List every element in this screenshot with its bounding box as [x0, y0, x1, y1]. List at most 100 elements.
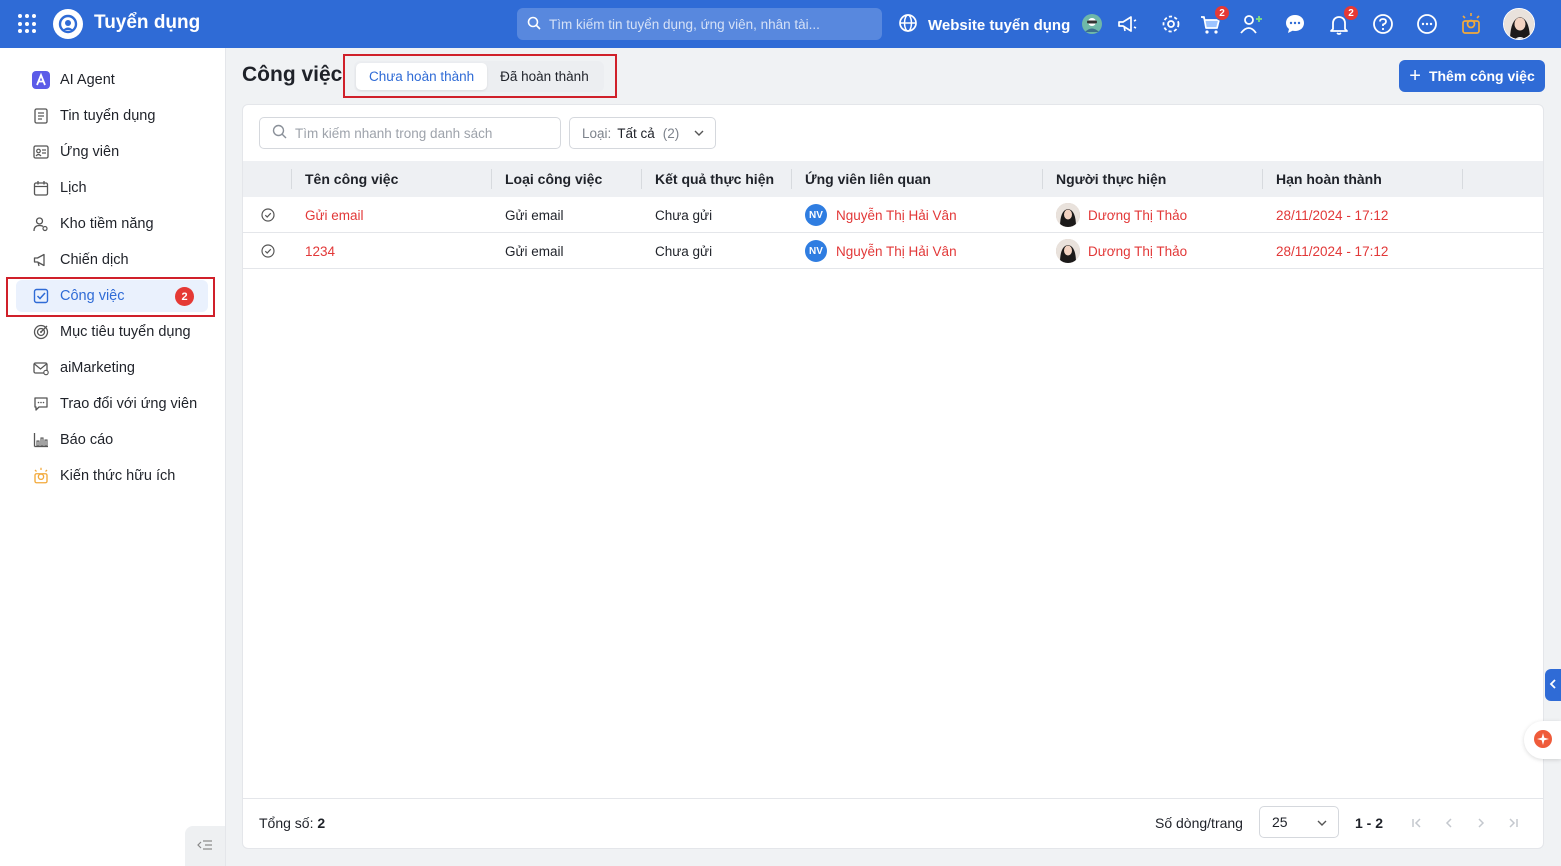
last-page-icon[interactable]	[1504, 814, 1522, 832]
collapse-sidebar-button[interactable]	[185, 826, 225, 866]
total-value: 2	[317, 815, 326, 831]
chevron-left-icon	[1549, 677, 1557, 693]
megaphone-icon[interactable]	[1115, 12, 1139, 36]
target-icon	[32, 323, 50, 341]
task-result: Chưa gửi	[655, 207, 713, 223]
deadline: 28/11/2024 - 17:12	[1276, 207, 1389, 223]
type-filter-dropdown[interactable]: Loại: Tất cả (2)	[569, 117, 716, 149]
sidebar-item-campaigns[interactable]: Chiến dịch	[16, 244, 208, 276]
column-header-result[interactable]: Kết quả thực hiện	[641, 161, 774, 197]
sidebar-item-candidates[interactable]: Ứng viên	[16, 136, 208, 168]
sidebar-item-ai-agent[interactable]: AI Agent	[16, 64, 208, 96]
ai-agent-icon	[32, 71, 50, 89]
help-icon[interactable]	[1371, 12, 1395, 36]
rows-per-page-dropdown[interactable]: 25	[1259, 806, 1339, 838]
collapse-left-icon	[197, 838, 213, 854]
sidebar-item-label: Lịch	[60, 180, 87, 196]
chat-bubble-icon[interactable]	[1283, 12, 1307, 36]
app-title: Tuyển dụng	[94, 12, 201, 33]
assignee-name: Dương Thị Thảo	[1088, 207, 1188, 223]
sidebar-item-talent-pool[interactable]: Kho tiềm năng	[16, 208, 208, 240]
first-page-icon[interactable]	[1408, 814, 1426, 832]
candidate-name: Nguyễn Thị Hải Vân	[836, 207, 957, 223]
idea-lightbulb-icon	[32, 467, 50, 485]
ai-assistant-float-button[interactable]	[1524, 721, 1561, 759]
column-header-task-name[interactable]: Tên công việc	[291, 161, 398, 197]
next-page-icon[interactable]	[1472, 814, 1490, 832]
sparkle-icon	[1533, 729, 1553, 752]
filter-count: (2)	[662, 125, 680, 141]
app-logo-icon[interactable]	[53, 9, 83, 39]
sidebar: AI Agent Tin tuyển dụng Ứng viên Lịch Kh…	[0, 48, 226, 866]
sidebar-item-aimarketing[interactable]: aiMarketing	[16, 352, 208, 384]
globe-icon	[898, 13, 918, 37]
deadline: 28/11/2024 - 17:12	[1276, 243, 1389, 259]
table-row[interactable]: Gửi email Gửi email Chưa gửi NV Nguyễn T…	[243, 197, 1543, 233]
cart-icon[interactable]: 2	[1198, 5, 1230, 36]
id-card-icon	[32, 143, 50, 161]
user-search-icon	[32, 215, 50, 233]
chevron-down-icon	[1316, 816, 1328, 832]
sidebar-item-knowledge[interactable]: Kiến thức hữu ích	[16, 460, 208, 492]
filter-key: Loại:	[582, 125, 612, 141]
add-task-button[interactable]: + Thêm công việc	[1399, 60, 1545, 92]
user-avatar[interactable]	[1503, 8, 1535, 40]
related-candidate[interactable]: NV Nguyễn Thị Hải Vân	[791, 197, 957, 233]
column-header-deadline[interactable]: Hạn hoàn thành	[1262, 161, 1382, 197]
cart-badge: 2	[1214, 5, 1230, 21]
task-type: Gửi email	[505, 207, 564, 223]
assignee[interactable]: Dương Thị Thảo	[1042, 233, 1187, 269]
sidebar-item-reports[interactable]: Báo cáo	[16, 424, 208, 456]
complete-check-icon[interactable]	[261, 244, 275, 258]
add-user-icon[interactable]	[1239, 12, 1263, 36]
table-header: Tên công việc Loại công việc Kết quả thự…	[243, 161, 1543, 197]
sidebar-item-label: Ứng viên	[60, 144, 120, 160]
global-search[interactable]	[517, 8, 882, 40]
complete-check-icon[interactable]	[261, 208, 275, 222]
total-count: Tổng số: 2	[259, 815, 325, 831]
column-header-assignee[interactable]: Người thực hiện	[1042, 161, 1166, 197]
sidebar-item-calendar[interactable]: Lịch	[16, 172, 208, 204]
expand-panel-tab[interactable]	[1545, 669, 1561, 701]
apps-grid-icon[interactable]	[18, 14, 38, 34]
list-search-input[interactable]	[295, 125, 555, 141]
website-link[interactable]: Website tuyển dụng	[898, 13, 1070, 37]
sidebar-item-recruitment-goals[interactable]: Mục tiêu tuyển dụng	[16, 316, 208, 348]
highlight-box-tabs	[343, 54, 617, 98]
assistant-avatar-icon[interactable]	[1080, 12, 1104, 36]
assignee[interactable]: Dương Thị Thảo	[1042, 197, 1187, 233]
highlight-box-tasks	[6, 277, 215, 317]
candidate-name: Nguyễn Thị Hải Vân	[836, 243, 957, 259]
sidebar-item-label: Báo cáo	[60, 432, 114, 448]
table-row[interactable]: 1234 Gửi email Chưa gửi NV Nguyễn Thị Hả…	[243, 233, 1543, 269]
task-result: Chưa gửi	[655, 243, 713, 259]
task-name-link[interactable]: 1234	[291, 233, 335, 269]
task-name-link[interactable]: Gửi email	[291, 197, 364, 233]
previous-page-icon[interactable]	[1440, 814, 1458, 832]
notification-bell-icon[interactable]: 2	[1327, 5, 1359, 36]
task-type: Gửi email	[505, 243, 564, 259]
search-icon	[527, 16, 541, 33]
bar-chart-icon	[32, 431, 50, 449]
column-header-candidate[interactable]: Ứng viên liên quan	[791, 161, 931, 197]
page-range: 1 - 2	[1355, 815, 1384, 831]
settings-gear-icon[interactable]	[1159, 12, 1183, 36]
related-candidate[interactable]: NV Nguyễn Thị Hải Vân	[791, 233, 957, 269]
column-header-task-type[interactable]: Loại công việc	[491, 161, 602, 197]
sidebar-item-label: Trao đổi với ứng viên	[60, 396, 198, 412]
top-bar: Tuyển dụng Website tuyển dụng 2 2	[0, 0, 1561, 48]
assignee-avatar	[1056, 239, 1080, 263]
filter-value: Tất cả	[617, 125, 655, 141]
list-search[interactable]	[259, 117, 561, 149]
assignee-avatar	[1056, 203, 1080, 227]
sidebar-item-label: aiMarketing	[60, 360, 135, 376]
more-options-icon[interactable]	[1415, 12, 1439, 36]
idea-lightbulb-icon[interactable]	[1459, 12, 1483, 36]
task-list-card: Loại: Tất cả (2) Tên công việc Loại công…	[242, 104, 1544, 849]
global-search-input[interactable]	[549, 16, 869, 32]
assignee-name: Dương Thị Thảo	[1088, 243, 1188, 259]
megaphone-icon	[32, 251, 50, 269]
rows-per-page-value: 25	[1272, 814, 1288, 830]
sidebar-item-candidate-messages[interactable]: Trao đổi với ứng viên	[16, 388, 208, 420]
sidebar-item-job-posts[interactable]: Tin tuyển dụng	[16, 100, 208, 132]
